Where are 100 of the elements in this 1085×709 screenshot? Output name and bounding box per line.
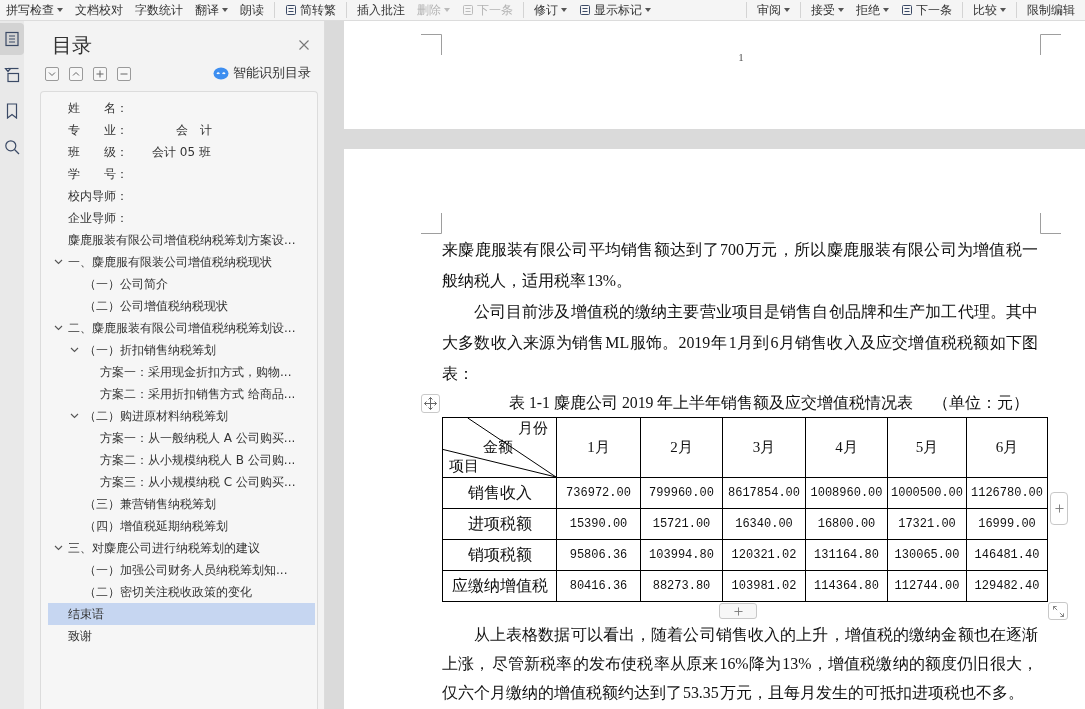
body-paragraph: 从上表格数据可以看出，随着公司销售收入的上升，增值税的缴纳金额也在逐渐上涨， 尽管新税率的发布使税率从原来 16%降为 13%，增值税缴纳的额度仍旧很大，仅六个月缴纳的增值税额约达到了 53.35 万元，且每月发生的可抵扣进项税也不多。 <box>442 625 1038 703</box>
table-cell: 1000500.00 <box>887 477 967 509</box>
plus-icon <box>1054 504 1064 513</box>
chevron-down-icon[interactable] <box>70 347 79 353</box>
toc-item[interactable]: 专 业： 会 计 <box>48 119 315 141</box>
toolbar-button[interactable]: 比较 <box>967 2 1012 18</box>
table-cell: 1008960.00 <box>805 477 888 509</box>
toc-item[interactable]: 方案三：从小规模纳税 C 公司购买... <box>48 471 315 493</box>
expand-table-button[interactable] <box>1048 602 1068 620</box>
outline-tree-icon <box>4 67 20 83</box>
toolbar-button[interactable]: 拒绝 <box>850 2 895 18</box>
toolbar-button[interactable]: 接受 <box>805 2 850 18</box>
table-cell: 146481.40 <box>966 539 1048 571</box>
sidebar-tab[interactable] <box>0 23 24 55</box>
toc-item[interactable]: （二）公司增值税纳税现状 <box>48 295 315 317</box>
toc-item[interactable]: 方案一：采用现金折扣方式，购物... <box>48 361 315 383</box>
toc-item[interactable]: 结束语 <box>48 603 315 625</box>
toolbar-button[interactable]: 显示标记 <box>573 2 657 18</box>
chevron-down-icon[interactable] <box>54 325 63 331</box>
table-cell: 16999.00 <box>966 508 1048 540</box>
table-cell: 15721.00 <box>640 508 723 540</box>
toc-item[interactable]: 麋鹿服装有限公司增值税纳税筹划方案设... <box>48 229 315 251</box>
row-header: 进项税额 <box>442 508 557 540</box>
toolbar-button[interactable]: 字数统计 <box>129 2 189 18</box>
chevron-down-icon[interactable] <box>54 259 63 265</box>
toolbar-button[interactable]: 下一条 <box>895 2 958 18</box>
column-header: 2月 <box>640 417 723 478</box>
table-cell: 103994.80 <box>640 539 723 571</box>
toc-item[interactable]: （一）公司简介 <box>48 273 315 295</box>
column-header: 5月 <box>887 417 967 478</box>
table-cell: 120321.02 <box>722 539 806 571</box>
corner-mark-icon <box>1040 213 1061 234</box>
unit-label: （单位：元） <box>933 392 1030 413</box>
page-number: 1 <box>738 50 744 64</box>
assistant-icon <box>213 67 229 80</box>
toc-item[interactable]: （一）折扣销售纳税筹划 <box>48 339 315 361</box>
toolbar-button[interactable]: 翻译 <box>189 2 234 18</box>
plus-icon <box>95 68 105 79</box>
toc-item[interactable]: 一、麋鹿服有限装公司增值税纳税现状 <box>48 251 315 273</box>
table-cell: 129482.40 <box>966 570 1048 602</box>
chevron-down-icon[interactable] <box>54 545 63 551</box>
toolbar-button[interactable]: 审阅 <box>751 2 796 18</box>
toc-item[interactable]: 方案一：从一般纳税人 A 公司购买... <box>48 427 315 449</box>
body-paragraph: 来麋鹿服装有限公司平均销售额达到了 700 万元，所以麋鹿服装有限公司为增值税一般纳税人，适用税率 13%。 <box>442 240 1038 291</box>
toolbar-button[interactable]: 插入批注 <box>351 2 411 18</box>
toc-item[interactable]: （三）兼营销售纳税筹划 <box>48 493 315 515</box>
table-cell: 16340.00 <box>722 508 806 540</box>
toc-item[interactable]: 三、对麋鹿公司进行纳税筹划的建议 <box>48 537 315 559</box>
smart-toc-button[interactable]: 智能识别目录 <box>213 65 311 82</box>
plus-button[interactable] <box>93 66 107 81</box>
toolbar-button[interactable]: 修订 <box>528 2 573 18</box>
toc-item[interactable]: 方案二：采用折扣销售方式 给商品... <box>48 383 315 405</box>
minus-button[interactable] <box>117 66 131 81</box>
toc-item[interactable]: （四）增值税延期纳税筹划 <box>48 515 315 537</box>
expand-button[interactable] <box>45 66 59 81</box>
row-header: 销售收入 <box>442 477 557 509</box>
table-cell: 88273.80 <box>640 570 723 602</box>
table-cell: 16800.00 <box>805 508 888 540</box>
move-icon <box>424 396 437 410</box>
toc-item[interactable]: 致谢 <box>48 625 315 647</box>
toc-item[interactable]: 二、麋鹿服装有限公司增值税纳税筹划设... <box>48 317 315 339</box>
table-cell: 80416.36 <box>556 570 641 602</box>
toc-item[interactable]: 校内导师： <box>48 185 315 207</box>
search-icon <box>4 139 20 155</box>
document-lines-icon <box>4 31 20 47</box>
toc-item[interactable]: 方案二：从小规模纳税人 B 公司购... <box>48 449 315 471</box>
toc-item[interactable]: （二）购进原材料纳税筹划 <box>48 405 315 427</box>
corner-mark-icon <box>421 34 442 55</box>
body-paragraph: 公司目前涉及增值税的缴纳主要营业项目是销售自创品牌和生产加工代理。其中大多数收入来源为销售 ML 服饰。2019 年 1月到 6月销售收入及应交增值税税额如下图表： <box>442 302 1038 384</box>
collapse-button[interactable] <box>69 66 83 81</box>
row-header: 销项税额 <box>442 539 557 571</box>
toc-item[interactable]: 学 号： <box>48 163 315 185</box>
table-cell: 8617854.00 <box>722 477 806 509</box>
bookmark-icon <box>4 103 20 119</box>
column-header: 4月 <box>805 417 888 478</box>
column-header: 6月 <box>966 417 1048 478</box>
corner-header-label: 项目 <box>449 457 479 476</box>
toolbar-button[interactable]: 文档校对 <box>69 2 129 18</box>
toolbar-button[interactable]: 简转繁 <box>279 2 342 18</box>
add-column-button[interactable] <box>1050 492 1068 525</box>
toc-item[interactable]: 姓 名： <box>48 97 315 119</box>
toc-item[interactable]: 班 级： 会计 05 班 <box>48 141 315 163</box>
table-cell: 1126780.00 <box>966 477 1048 509</box>
toc-item[interactable]: （一）加强公司财务人员纳税筹划知... <box>48 559 315 581</box>
table-cell: 15390.00 <box>556 508 641 540</box>
close-button[interactable] <box>298 39 310 51</box>
toolbar-button[interactable]: 限制编辑 <box>1021 2 1081 18</box>
chevron-down-icon[interactable] <box>70 413 79 419</box>
column-header: 3月 <box>722 417 806 478</box>
table-cell: 112744.00 <box>887 570 967 602</box>
toc-item[interactable]: （二）密切关注税收政策的变化 <box>48 581 315 603</box>
table-cell: 114364.80 <box>805 570 888 602</box>
toolbar-button[interactable]: 朗读 <box>234 2 270 18</box>
toolbar-button[interactable]: 拼写检查 <box>0 2 69 18</box>
table-move-handle[interactable] <box>421 393 440 413</box>
toc-item[interactable]: 企业导师： <box>48 207 315 229</box>
table-cell: 130065.00 <box>887 539 967 571</box>
expand-icon <box>1052 605 1064 617</box>
corner-mark-icon <box>421 213 442 234</box>
add-row-button[interactable] <box>719 603 757 619</box>
